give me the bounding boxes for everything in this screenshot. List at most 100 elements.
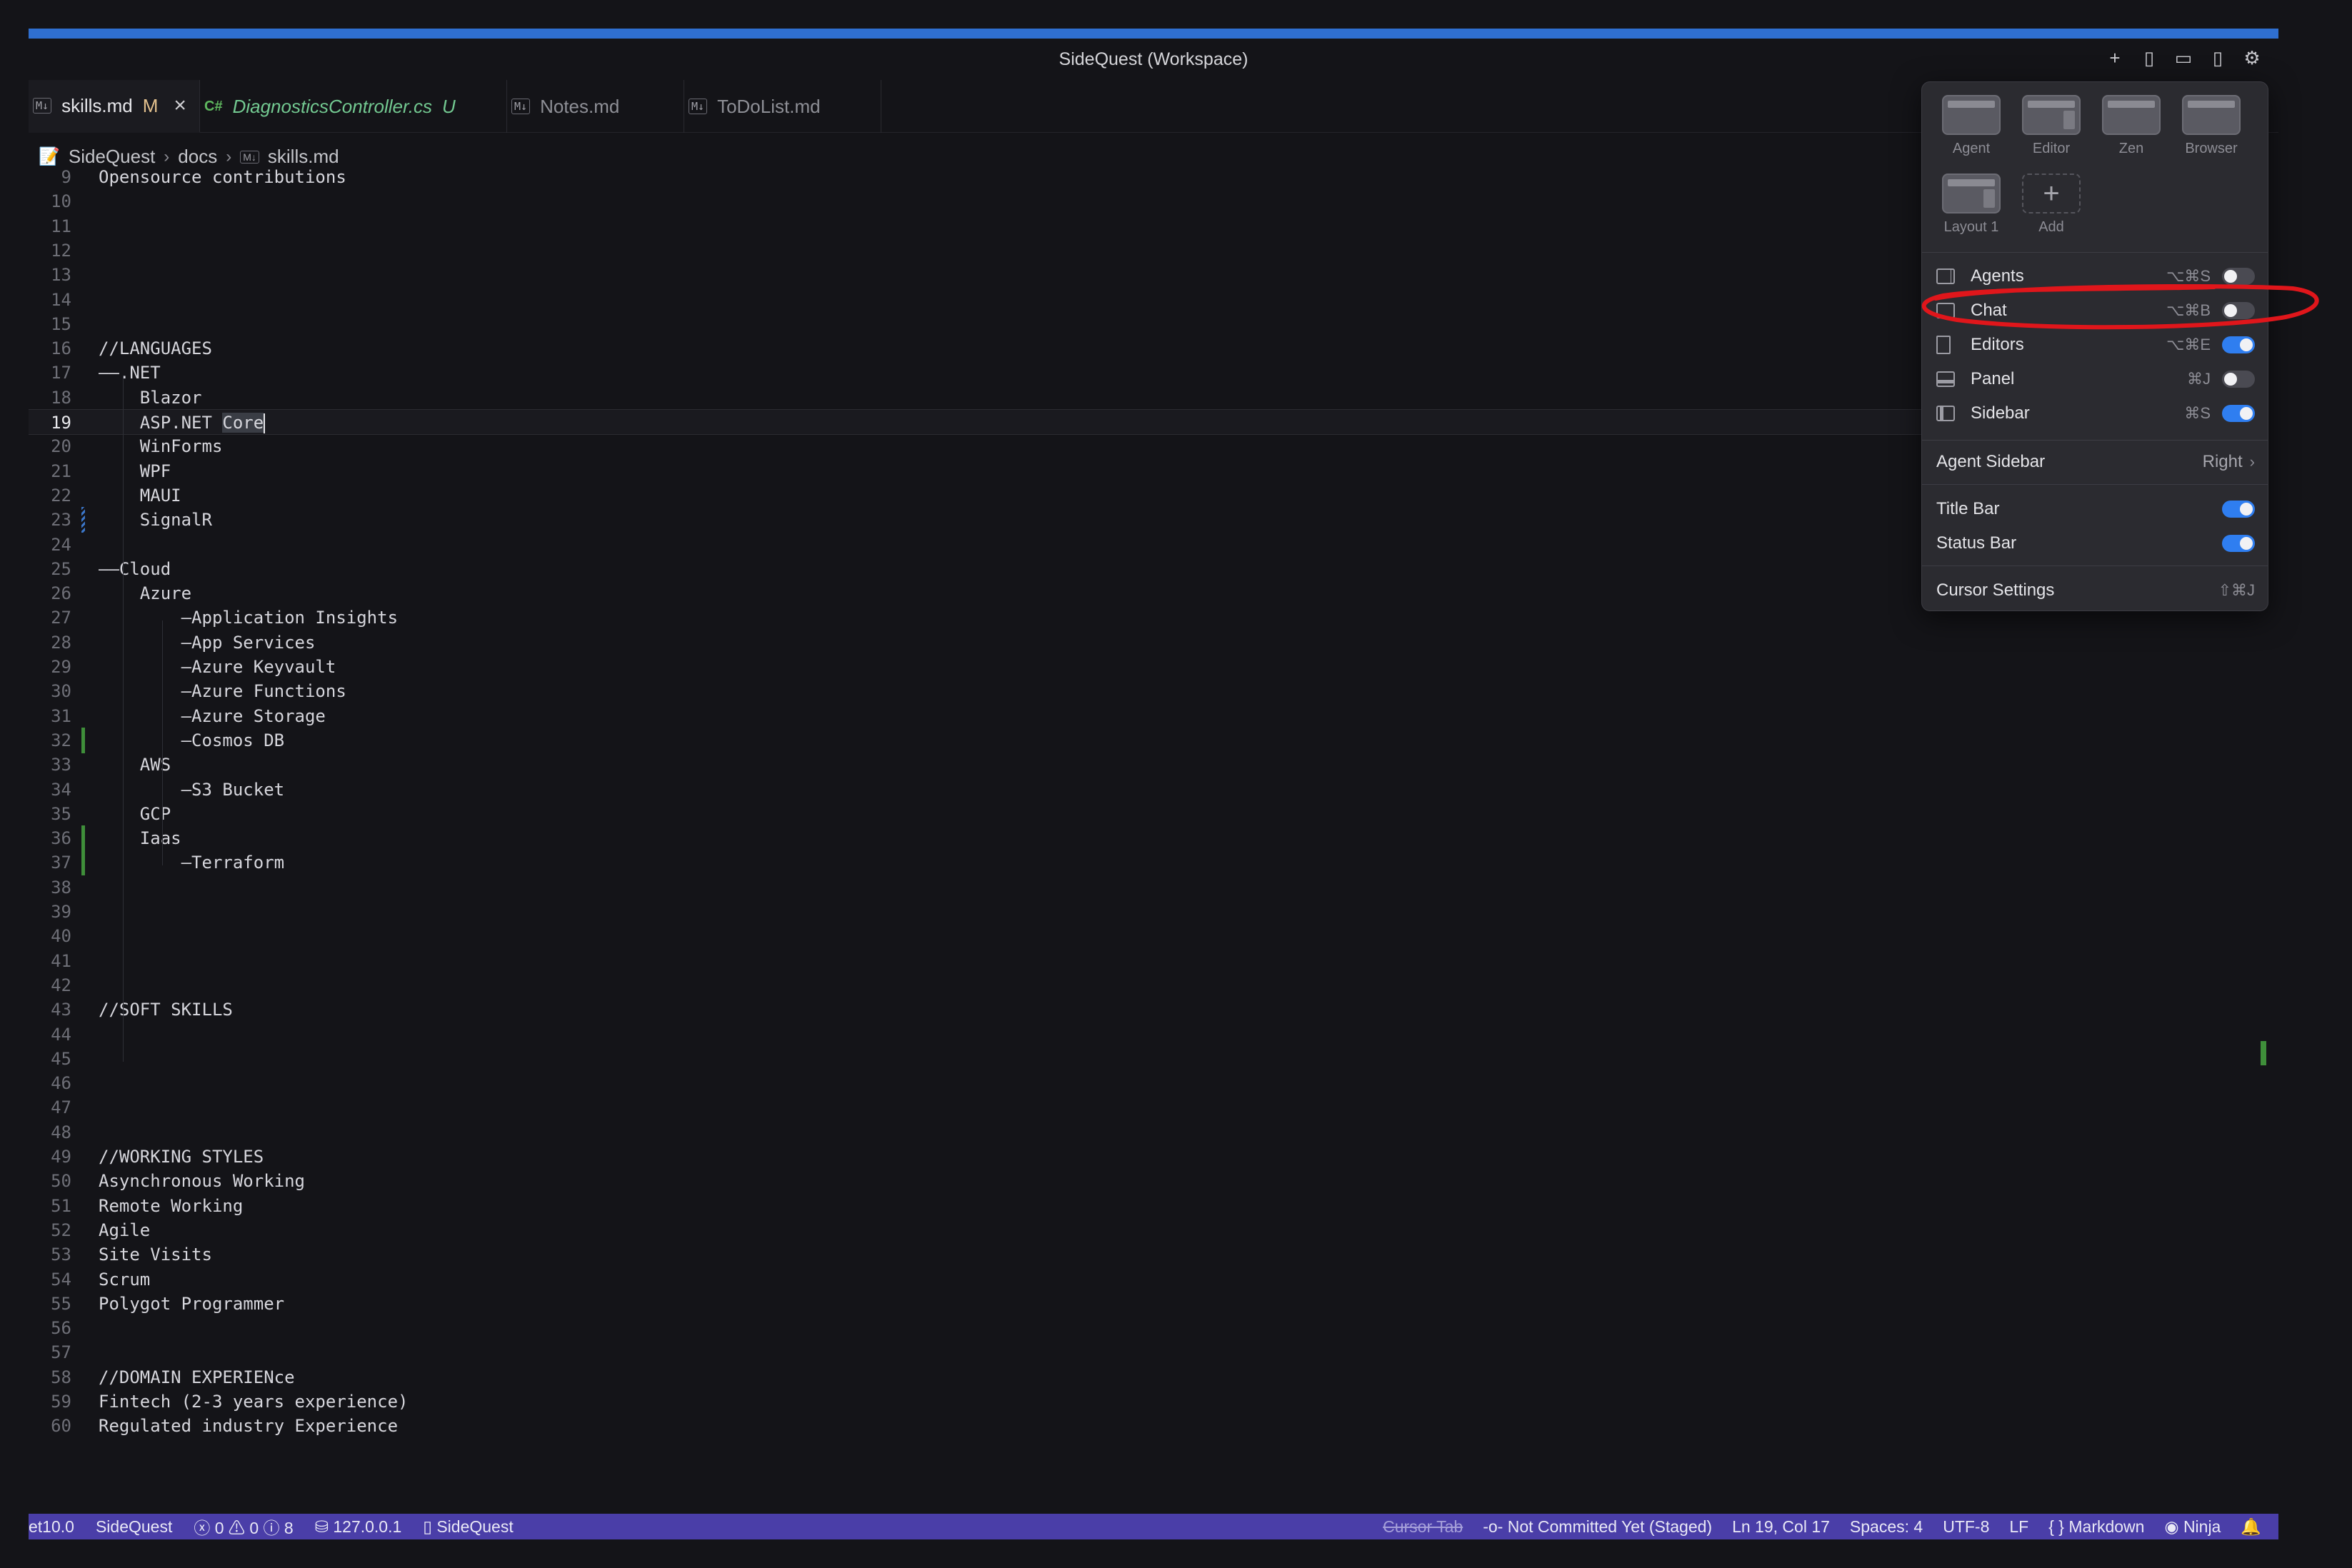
toggle-row-editors[interactable]: Editors ⌥⌘E	[1936, 329, 2255, 361]
code-line[interactable]: 44	[29, 1022, 1928, 1047]
toggle-secondary-sidebar-icon[interactable]: ▯	[2206, 46, 2230, 70]
code-line[interactable]: 57	[29, 1340, 1928, 1365]
code-line[interactable]: 28 —App Services	[29, 630, 1928, 655]
code-editor[interactable]: 9 Opensource contributions 10 11 12 13 14 15 16 /…	[29, 167, 1928, 1481]
toggle-switch-sidebar[interactable]	[2222, 405, 2255, 422]
status-database[interactable]: ▯ SideQuest	[423, 1517, 513, 1537]
layout-preset-add[interactable]: + Add	[2016, 174, 2086, 236]
layout-preset-browser[interactable]: Browser	[2176, 95, 2246, 157]
code-line[interactable]: 41	[29, 948, 1928, 974]
code-line[interactable]: 60 Regulated industry Experience	[29, 1413, 1928, 1439]
code-text: Regulated industry Experience	[99, 1416, 399, 1437]
code-line[interactable]: 27 —Application Insights	[29, 605, 1928, 630]
notifications-bell-icon[interactable]: 🔔	[2241, 1517, 2261, 1537]
status-indentation[interactable]: Spaces: 4	[1850, 1517, 1923, 1537]
code-line[interactable]: 56	[29, 1315, 1928, 1341]
code-line[interactable]: 25 ——Cloud	[29, 556, 1928, 582]
tab-todolist-md[interactable]: M↓ ToDoList.md	[684, 80, 881, 133]
toggle-sidebar-icon[interactable]: ▯	[2137, 46, 2161, 70]
code-line[interactable]: 16 //LANGUAGES	[29, 336, 1928, 361]
status-cursor-tab[interactable]: Cursor Tab	[1383, 1517, 1463, 1537]
code-line[interactable]: 47	[29, 1095, 1928, 1120]
code-line[interactable]: 54 Scrum	[29, 1267, 1928, 1292]
code-line[interactable]: 11	[29, 213, 1928, 239]
agent-sidebar-row[interactable]: Agent Sidebar Right ›	[1936, 446, 2255, 478]
code-line[interactable]: 43 //SOFT SKILLS	[29, 997, 1928, 1022]
code-line[interactable]: 31 —Azure Storage	[29, 703, 1928, 729]
layout-preset-layout-1[interactable]: Layout 1	[1936, 174, 2006, 236]
toggle-switch-editors[interactable]	[2222, 336, 2255, 353]
code-line[interactable]: 19 ASP.NET Core	[29, 409, 1928, 435]
settings-gear-icon[interactable]: ⚙	[2240, 46, 2264, 70]
status-bar-row[interactable]: Status Bar	[1936, 528, 2255, 559]
code-line[interactable]: 40	[29, 923, 1928, 949]
status-cursor-position[interactable]: Ln 19, Col 17	[1732, 1517, 1830, 1537]
title-bar-row[interactable]: Title Bar	[1936, 493, 2255, 525]
title-bar-toggle[interactable]	[2222, 501, 2255, 518]
code-line[interactable]: 29 —Azure Keyvault	[29, 654, 1928, 680]
tab-notes-md[interactable]: M↓ Notes.md	[507, 80, 684, 133]
toggle-switch-panel[interactable]	[2222, 371, 2255, 388]
code-line[interactable]: 51 Remote Working	[29, 1193, 1928, 1219]
close-tab-icon[interactable]: ×	[174, 94, 186, 118]
sidebar-icon	[1936, 406, 1955, 421]
code-line[interactable]: 33 AWS	[29, 752, 1928, 778]
code-line[interactable]: 17 ——.NET	[29, 360, 1928, 386]
code-line[interactable]: 58 //DOMAIN EXPERIENce	[29, 1365, 1928, 1390]
code-line[interactable]: 36 Iaas	[29, 825, 1928, 852]
cursor-settings-row[interactable]: Cursor Settings ⇧⌘J	[1936, 575, 2255, 606]
status-project[interactable]: SideQuest	[96, 1517, 172, 1537]
code-line[interactable]: 18 Blazor	[29, 385, 1928, 411]
code-line[interactable]: 32 —Cosmos DB	[29, 727, 1928, 753]
code-line[interactable]: 42	[29, 973, 1928, 998]
status-bar-toggle[interactable]	[2222, 535, 2255, 552]
status-ninja[interactable]: ◉ Ninja	[2164, 1517, 2221, 1537]
code-line[interactable]: 52 Agile	[29, 1217, 1928, 1243]
code-line[interactable]: 59 Fintech (2-3 years experience)	[29, 1389, 1928, 1414]
status-server-address[interactable]: ⛁ 127.0.0.1	[315, 1517, 402, 1537]
code-line[interactable]: 48	[29, 1120, 1928, 1145]
status-encoding[interactable]: UTF-8	[1943, 1517, 1989, 1537]
code-line[interactable]: 14	[29, 287, 1928, 313]
status-sdk-version[interactable]: et10.0	[29, 1517, 74, 1537]
code-line[interactable]: 38	[29, 875, 1928, 900]
code-line[interactable]: 53 Site Visits	[29, 1242, 1928, 1267]
code-line[interactable]: 20 WinForms	[29, 433, 1928, 459]
status-language-mode[interactable]: { } Markdown	[2048, 1517, 2144, 1537]
code-line[interactable]: 15	[29, 311, 1928, 337]
layout-preset-zen[interactable]: Zen	[2096, 95, 2166, 157]
status-problems[interactable]: ⓧ 0 ⚠ 0 ⓘ 8	[194, 1514, 293, 1539]
code-line[interactable]: 46	[29, 1070, 1928, 1096]
code-line[interactable]: 55 Polygot Programmer	[29, 1291, 1928, 1317]
code-line[interactable]: 37 —Terraform	[29, 850, 1928, 876]
code-line[interactable]: 45	[29, 1046, 1928, 1072]
code-line[interactable]: 21 WPF	[29, 458, 1928, 484]
tab-diagnosticscontroller-cs[interactable]: C# DiagnosticsController.cs U	[200, 80, 507, 133]
toggle-switch-agents[interactable]	[2222, 268, 2255, 285]
status-git-blame[interactable]: -o- Not Committed Yet (Staged)	[1483, 1517, 1712, 1537]
tab-skills-md[interactable]: M↓ skills.md M ×	[29, 80, 200, 133]
code-line[interactable]: 39	[29, 899, 1928, 925]
toggle-row-panel[interactable]: Panel ⌘J	[1936, 363, 2255, 395]
code-line[interactable]: 26 Azure	[29, 581, 1928, 606]
toggle-panel-icon[interactable]: ▭	[2171, 46, 2196, 70]
code-line[interactable]: 49 //WORKING STYLES	[29, 1144, 1928, 1170]
code-line[interactable]: 10	[29, 189, 1928, 214]
diff-gutter-marker	[81, 825, 85, 852]
layout-preset-agent[interactable]: Agent	[1936, 95, 2006, 157]
code-line[interactable]: 34 —S3 Bucket	[29, 777, 1928, 803]
code-line[interactable]: 13	[29, 262, 1928, 288]
code-line[interactable]: 35 GCP	[29, 801, 1928, 827]
code-line[interactable]: 30 —Azure Functions	[29, 678, 1928, 704]
code-line[interactable]: 23 SignalR	[29, 507, 1928, 533]
new-icon[interactable]: +	[2103, 46, 2127, 70]
code-line[interactable]: 24	[29, 532, 1928, 558]
code-line[interactable]: 22 MAUI	[29, 483, 1928, 508]
line-number: 20	[51, 436, 71, 457]
layout-preset-editor[interactable]: Editor	[2016, 95, 2086, 157]
code-line[interactable]: 12	[29, 238, 1928, 263]
code-line[interactable]: 9 Opensource contributions	[29, 164, 1928, 190]
toggle-row-sidebar[interactable]: Sidebar ⌘S	[1936, 398, 2255, 429]
code-line[interactable]: 50 Asynchronous Working	[29, 1168, 1928, 1194]
status-line-ending[interactable]: LF	[2009, 1517, 2028, 1537]
